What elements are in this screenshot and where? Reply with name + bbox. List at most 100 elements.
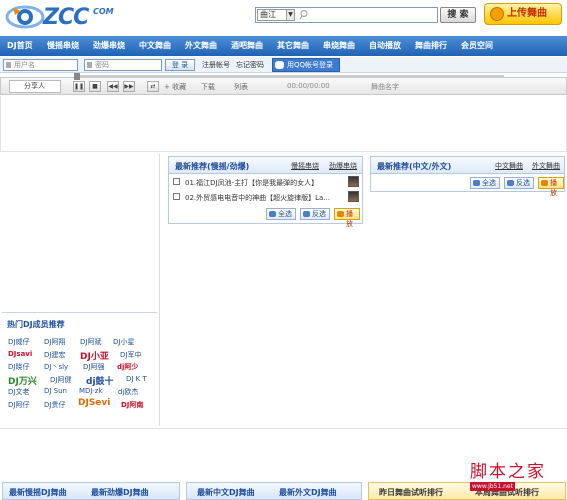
dj-link[interactable]: DJsavi xyxy=(8,350,32,358)
invert-label: 反选 xyxy=(312,210,326,218)
song-checkbox[interactable] xyxy=(173,193,180,200)
nav-item-other[interactable]: 其它舞曲 xyxy=(277,36,309,56)
invert-icon xyxy=(303,211,310,217)
time-display: 00:00/00:00 xyxy=(287,82,330,90)
select-all-label: 全选 xyxy=(482,179,496,187)
tab-latest-fast[interactable]: 最新劲爆DJ舞曲 xyxy=(91,487,149,498)
dj-link[interactable]: DJ阿健 xyxy=(50,375,71,385)
nav-item-bar[interactable]: 酒吧舞曲 xyxy=(231,36,263,56)
dj-link[interactable]: DJ丶sly xyxy=(44,362,68,372)
song-checkbox[interactable] xyxy=(173,178,180,185)
dj-link[interactable]: DJ小星 xyxy=(113,337,134,347)
more-chinese-link[interactable]: 中文舞曲 xyxy=(495,161,523,171)
dj-link[interactable]: DJ军中 xyxy=(120,350,141,360)
forgot-password-link[interactable]: 忘记密码 xyxy=(236,60,264,70)
dj-link[interactable]: DJ阿南 xyxy=(121,400,143,410)
upload-button[interactable]: 上传舞曲 xyxy=(484,3,562,25)
song-title[interactable]: 01.福江DJ凤池-主打【你是我最弹的女人】 xyxy=(185,178,318,188)
dj-link[interactable]: MDJ-zk xyxy=(79,387,103,395)
more-fast-link[interactable]: 劲爆串烧 xyxy=(329,161,357,171)
search-scope-select[interactable]: 曲江 ▼ xyxy=(257,9,295,21)
search-scope-value: 曲江 xyxy=(260,10,276,19)
dj-link[interactable]: dj阿少 xyxy=(117,362,138,372)
dj-link[interactable]: DJ阿斌 xyxy=(80,337,101,347)
login-bar: 用户名 密码 登 录 注册帐号 忘记密码 用QQ帐号登录 xyxy=(0,57,567,73)
tab-latest-foreign[interactable]: 最新外文DJ舞曲 xyxy=(279,487,337,498)
add-favorite-button[interactable]: + 收藏 xyxy=(164,82,186,92)
header: ZCC COM 曲江 ▼ 搜 索 上传舞曲 xyxy=(0,0,567,34)
search-input[interactable]: 曲江 ▼ xyxy=(255,7,438,23)
login-button[interactable]: 登 录 xyxy=(165,59,195,71)
share-button[interactable]: 分享人 xyxy=(9,80,61,93)
dj-link[interactable]: DJ文老 xyxy=(8,387,29,397)
more-foreign-link[interactable]: 外文舞曲 xyxy=(532,161,560,171)
watermark: 脚本之家 www.jb51.net xyxy=(468,455,567,500)
nav-item-ranking[interactable]: 舞曲排行 xyxy=(415,36,447,56)
nav-item-slow[interactable]: 慢摇串烧 xyxy=(47,36,79,56)
username-field[interactable]: 用户名 xyxy=(3,59,78,71)
progress-bar[interactable] xyxy=(74,73,504,80)
invert-button[interactable]: 反选 xyxy=(300,208,330,220)
tab-latest-chinese[interactable]: 最新中文DJ舞曲 xyxy=(197,487,255,498)
player-area xyxy=(0,96,567,152)
dj-link[interactable]: DJ K T xyxy=(126,375,147,383)
hot-dj-title: 热门DJ成员推荐 xyxy=(7,320,65,329)
download-button[interactable]: 下载 xyxy=(201,82,215,92)
dj-link[interactable]: DJ万兴 xyxy=(8,374,37,387)
prev-icon[interactable]: ◀◀ xyxy=(107,81,119,92)
next-icon[interactable]: ▶▶ xyxy=(123,81,135,92)
nav-item-autoplay[interactable]: 自动播放 xyxy=(369,36,401,56)
search-button[interactable]: 搜 索 xyxy=(440,7,476,23)
pause-icon[interactable]: ❚❚ xyxy=(73,81,85,92)
song-row[interactable]: 02.外贸感电电音中的神曲【超火旋律版】La... xyxy=(173,191,359,205)
song-thumbnail xyxy=(348,191,359,202)
nav-item-chinese[interactable]: 中文舞曲 xyxy=(139,36,171,56)
nav-item-mix[interactable]: 串烧舞曲 xyxy=(323,36,355,56)
progress-knob[interactable] xyxy=(74,73,80,80)
tab-latest-chinese-foreign: 最新中文DJ舞曲 最新外文DJ舞曲 xyxy=(186,482,362,500)
nav-item-home[interactable]: DJ首页 xyxy=(7,36,33,56)
select-all-label: 全选 xyxy=(278,210,292,218)
logo-mark-icon xyxy=(5,5,45,29)
password-field[interactable]: 密码 xyxy=(84,59,162,71)
loop-icon[interactable]: ⇄ xyxy=(147,81,159,92)
logo-text: ZCC xyxy=(43,5,89,30)
play-button[interactable]: 播放 xyxy=(334,208,360,228)
select-all-icon xyxy=(473,180,480,186)
watermark-url: www.jb51.net xyxy=(470,482,515,491)
nav-item-foreign[interactable]: 外文舞曲 xyxy=(185,36,217,56)
dj-link[interactable]: dj鼓十 xyxy=(86,374,114,387)
tab-yesterday-ranking[interactable]: 昨日舞曲试听排行 xyxy=(379,487,443,498)
dj-link[interactable]: DJ小亚 xyxy=(80,349,109,362)
user-icon xyxy=(6,62,11,68)
dj-link[interactable]: DJSevi xyxy=(78,398,110,408)
dj-link[interactable]: DJ阿强 xyxy=(83,362,104,372)
dj-link[interactable]: DJ晓仔 xyxy=(8,362,29,372)
select-all-button[interactable]: 全选 xyxy=(266,208,296,220)
dj-link[interactable]: DJ阿仔 xyxy=(8,400,29,410)
watermark-text: 脚本之家 xyxy=(470,462,546,482)
logo-suffix: COM xyxy=(93,7,114,16)
dj-link[interactable]: DJ阿翔 xyxy=(44,337,65,347)
share-label: 分享人 xyxy=(24,82,45,90)
more-slow-link[interactable]: 慢摇串烧 xyxy=(291,161,319,171)
dj-link[interactable]: DJ贵仔 xyxy=(44,400,65,410)
play-icon xyxy=(337,211,344,217)
qq-login-button[interactable]: 用QQ帐号登录 xyxy=(272,58,340,72)
register-link[interactable]: 注册帐号 xyxy=(202,60,230,70)
song-title[interactable]: 02.外贸感电电音中的神曲【超火旋律版】La... xyxy=(185,193,330,203)
nav-item-members[interactable]: 会员空间 xyxy=(461,36,493,56)
playlist-button[interactable]: 列表 xyxy=(234,82,248,92)
dj-link[interactable]: DJ威仔 xyxy=(8,337,29,347)
play-button[interactable]: 播放 xyxy=(538,177,564,197)
dj-link[interactable]: DJ建宏 xyxy=(44,350,65,360)
dj-link[interactable]: DJ Sun xyxy=(44,387,67,395)
site-logo[interactable]: ZCC COM xyxy=(5,3,155,31)
nav-item-fast[interactable]: 劲爆串烧 xyxy=(93,36,125,56)
select-all-button[interactable]: 全选 xyxy=(470,177,500,189)
tab-latest-slow[interactable]: 最新慢摇DJ舞曲 xyxy=(9,487,67,498)
invert-button[interactable]: 反选 xyxy=(504,177,534,189)
dj-link[interactable]: dj欧杰 xyxy=(118,387,138,397)
stop-icon[interactable]: ■ xyxy=(89,81,101,92)
song-row[interactable]: 01.福江DJ凤池-主打【你是我最弹的女人】 xyxy=(173,176,359,190)
